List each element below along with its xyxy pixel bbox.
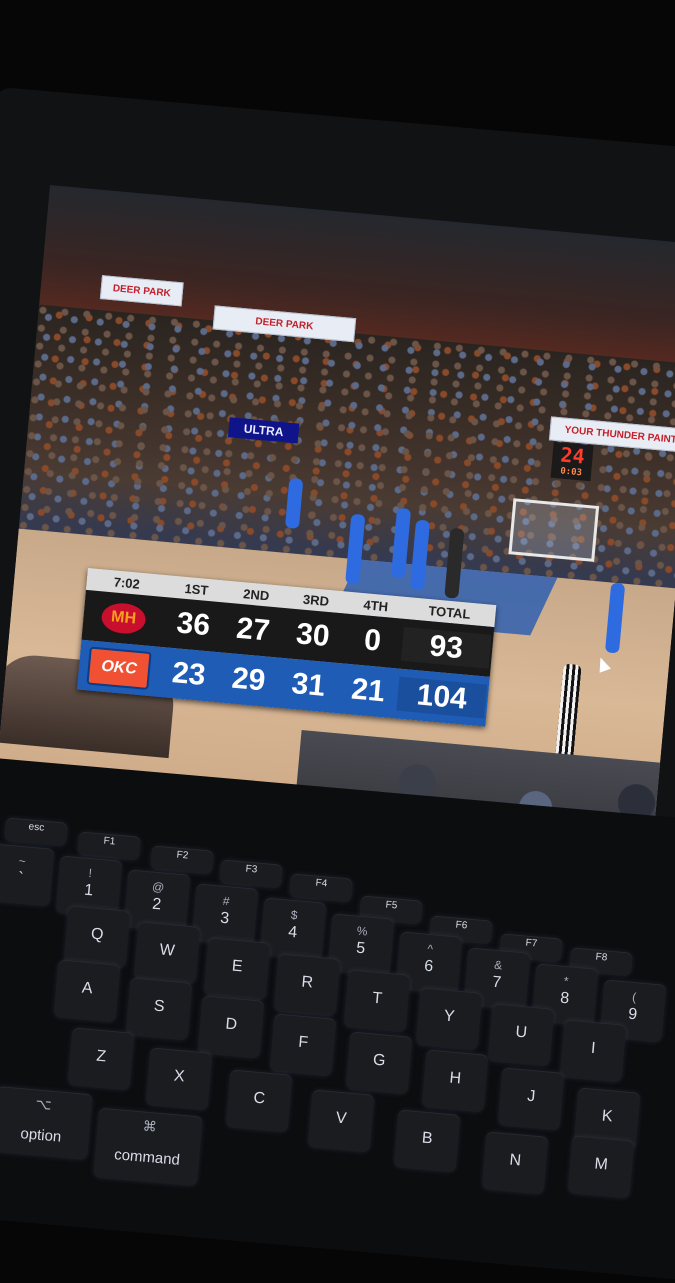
key-command[interactable]: ⌘ command: [93, 1107, 203, 1187]
key-g[interactable]: G: [345, 1031, 413, 1095]
key-u[interactable]: U: [487, 1003, 555, 1067]
key-z[interactable]: Z: [67, 1027, 135, 1091]
option-icon: ⌥: [34, 1095, 53, 1113]
key-v[interactable]: V: [307, 1089, 375, 1153]
period-score: 36: [175, 606, 212, 643]
key-d[interactable]: D: [197, 995, 265, 1059]
key-option[interactable]: ⌥ option: [0, 1085, 93, 1161]
period-label: 2ND: [242, 585, 270, 604]
period-score: 31: [290, 667, 327, 703]
period-score: 0: [362, 623, 383, 658]
key-s[interactable]: S: [125, 977, 193, 1041]
key-b[interactable]: B: [393, 1109, 461, 1173]
key-h[interactable]: H: [421, 1049, 489, 1113]
key-j[interactable]: J: [497, 1067, 565, 1131]
period-label: 3RD: [302, 591, 330, 609]
key-m[interactable]: M: [567, 1135, 635, 1199]
key-r[interactable]: R: [273, 953, 341, 1017]
key-3[interactable]: #3: [191, 883, 259, 947]
key-x[interactable]: X: [145, 1047, 213, 1111]
okc-logo: OKC: [86, 646, 152, 690]
key-y[interactable]: Y: [415, 987, 483, 1051]
key-a[interactable]: A: [53, 959, 121, 1023]
heat-logo: MH: [100, 601, 147, 636]
period-score: 29: [230, 661, 267, 698]
key-w[interactable]: W: [133, 921, 201, 985]
key-backtick[interactable]: ~ `: [0, 843, 55, 907]
key-n[interactable]: N: [481, 1131, 549, 1195]
period-score: 30: [294, 617, 331, 654]
key-i[interactable]: I: [559, 1019, 627, 1083]
period-label: 4TH: [362, 596, 389, 614]
period-score: 27: [234, 611, 272, 648]
key-c[interactable]: C: [225, 1069, 293, 1133]
key-f[interactable]: F: [269, 1013, 337, 1077]
command-icon: ⌘: [142, 1117, 158, 1135]
period-score: 23: [170, 656, 207, 693]
key-q[interactable]: Q: [63, 905, 131, 969]
team-total: 104: [396, 676, 488, 719]
period-label: 1ST: [183, 580, 210, 598]
key-e[interactable]: E: [203, 937, 271, 1001]
key-t[interactable]: T: [343, 969, 411, 1033]
team-total: 93: [400, 626, 492, 669]
shot-clock: 24 0:03: [550, 441, 594, 482]
backboard: [508, 498, 600, 562]
period-score: 21: [349, 672, 387, 709]
